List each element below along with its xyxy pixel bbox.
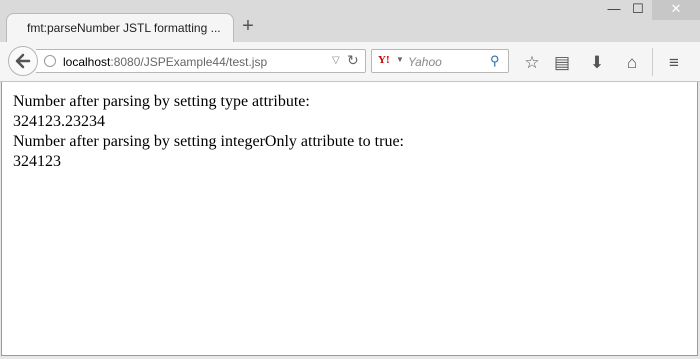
reload-icon[interactable]: ↻ [347, 52, 359, 69]
close-button[interactable]: ✕ [652, 0, 700, 20]
search-icon[interactable]: ⚲ [490, 53, 500, 69]
integer-only-label: Number after parsing by setting integerO… [13, 133, 404, 150]
browser-window: fmt:parseNumber JSTL formatting ... + — … [0, 0, 700, 359]
integer-only-result: 324123 [13, 153, 61, 170]
url-path: :8080/JSPExample44/test.jsp [110, 55, 268, 69]
tab-active[interactable]: fmt:parseNumber JSTL formatting ... [6, 13, 234, 43]
tab-title: fmt:parseNumber JSTL formatting ... [27, 21, 221, 35]
toolbar-separator [652, 48, 653, 76]
home-icon[interactable]: ⌂ [621, 52, 643, 74]
download-icon[interactable]: ⬇ [586, 52, 608, 74]
maximize-button[interactable]: ☐ [624, 0, 652, 20]
url-text: localhost:8080/JSPExample44/test.jsp [63, 55, 267, 69]
bookmark-star-icon[interactable]: ☆ [521, 52, 543, 74]
tab-strip: fmt:parseNumber JSTL formatting ... + — … [0, 0, 700, 43]
search-placeholder: Yahoo [408, 55, 442, 69]
address-bar[interactable]: localhost:8080/JSPExample44/test.jsp ▽ ↻ [36, 49, 366, 73]
back-icon [15, 53, 31, 69]
yahoo-logo: Y! [378, 54, 390, 66]
dropdown-icon[interactable]: ▽ [332, 55, 340, 66]
back-button[interactable] [8, 46, 38, 76]
globe-icon [44, 55, 56, 67]
search-engine-dropdown-icon[interactable]: ▼ [396, 55, 404, 64]
navigation-toolbar: localhost:8080/JSPExample44/test.jsp ▽ ↻… [0, 42, 700, 82]
new-tab-button[interactable]: + [240, 16, 256, 36]
search-bar[interactable]: Y! ▼ Yahoo ⚲ [371, 49, 509, 73]
url-host: localhost [63, 55, 111, 69]
type-label: Number after parsing by setting type att… [13, 93, 310, 110]
type-result: 324123.23234 [13, 113, 105, 130]
menu-icon[interactable]: ≡ [663, 52, 685, 74]
page-content: Number after parsing by setting type att… [1, 82, 698, 356]
reading-list-icon[interactable]: ▤ [551, 52, 573, 74]
